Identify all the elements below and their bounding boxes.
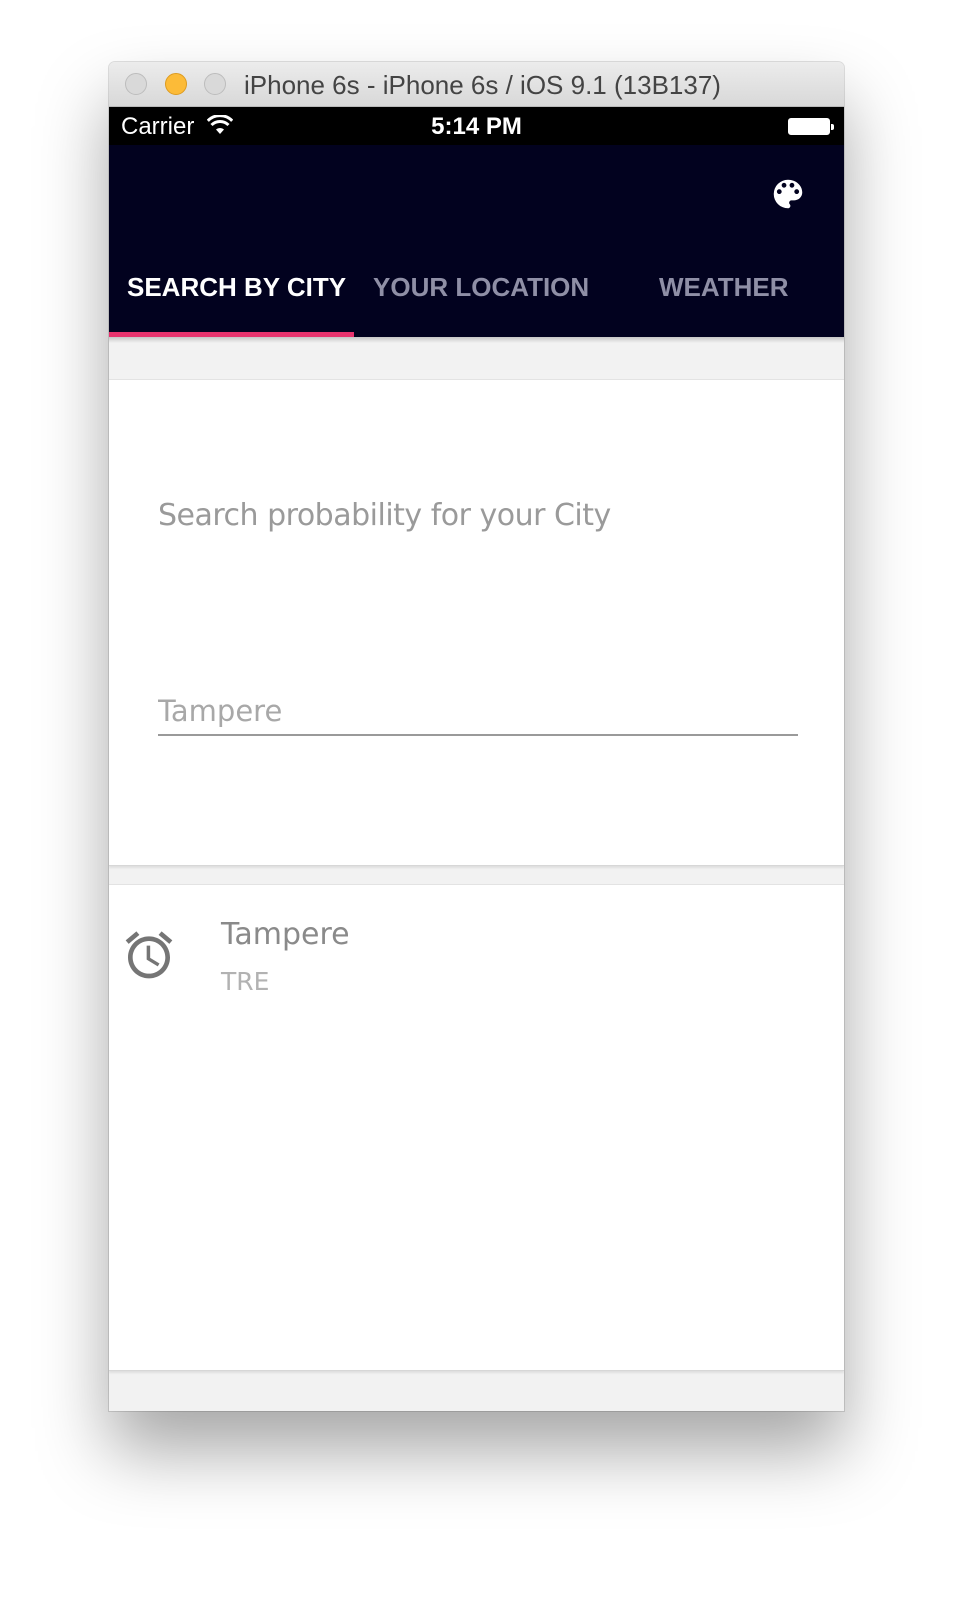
list-item-title: Tampere: [221, 917, 350, 952]
app-bar: SEARCH BY CITY YOUR LOCATION WEATHER: [109, 145, 844, 337]
simulator-window: iPhone 6s - iPhone 6s / iOS 9.1 (13B137)…: [109, 62, 844, 1411]
city-search-input[interactable]: [158, 688, 798, 736]
tab-weather[interactable]: WEATHER: [659, 272, 789, 303]
status-bar: Carrier 5:14 PM: [109, 107, 844, 145]
status-time: 5:14 PM: [431, 113, 522, 140]
zoom-window-button[interactable]: [204, 73, 226, 95]
minimize-window-button[interactable]: [165, 73, 187, 95]
palette-icon[interactable]: [769, 175, 807, 213]
window-titlebar: iPhone 6s - iPhone 6s / iOS 9.1 (13B137): [109, 62, 844, 107]
battery-icon: [788, 118, 834, 135]
window-title: iPhone 6s - iPhone 6s / iOS 9.1 (13B137): [244, 70, 721, 100]
search-card: Search probability for your City: [109, 379, 844, 866]
tab-your-location[interactable]: YOUR LOCATION: [373, 272, 589, 303]
alarm-clock-icon: [125, 931, 173, 979]
history-card: Tampere TRE: [109, 884, 844, 1371]
search-prompt: Search probability for your City: [158, 498, 611, 533]
list-item-subtitle: TRE: [221, 967, 270, 996]
list-item[interactable]: Tampere TRE: [109, 905, 844, 1005]
app-bar-shadow: [109, 337, 844, 343]
tab-search-by-city[interactable]: SEARCH BY CITY: [127, 272, 346, 303]
close-window-button[interactable]: [125, 73, 147, 95]
